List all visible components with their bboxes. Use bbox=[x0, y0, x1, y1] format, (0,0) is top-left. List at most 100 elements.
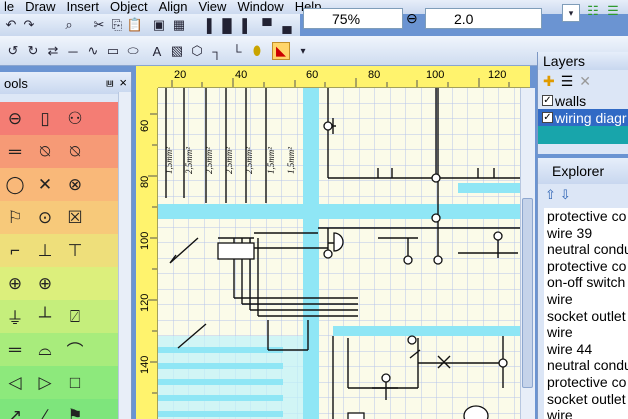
cut-icon[interactable]: ✂ bbox=[90, 16, 108, 34]
close-icon[interactable]: × bbox=[119, 75, 127, 91]
tool-flag-icon[interactable]: ⚑ bbox=[60, 406, 90, 419]
group-icon[interactable]: ☰ bbox=[604, 2, 622, 20]
align-center-icon[interactable]: █ bbox=[218, 16, 236, 34]
panel-icon[interactable]: ☒ bbox=[60, 208, 90, 228]
fuse-icon[interactable]: ▯ bbox=[30, 109, 60, 129]
delete-layer-icon[interactable]: ✕ bbox=[579, 73, 591, 90]
explorer-item[interactable]: wire 44 bbox=[544, 341, 628, 358]
menu-file[interactable]: le bbox=[0, 0, 21, 13]
add-layer-icon[interactable]: ✚ bbox=[543, 73, 555, 90]
contact-icon[interactable]: ⍉ bbox=[60, 142, 90, 162]
explorer-list[interactable]: protective co wire 39 neutral condu prot… bbox=[544, 208, 628, 419]
explorer-item[interactable]: wire 39 bbox=[544, 225, 628, 242]
line-width-combo[interactable]: 2.0 bbox=[425, 8, 542, 29]
lamp-icon[interactable]: ◯ bbox=[0, 175, 30, 195]
arrow-tool-icon[interactable]: ↗ bbox=[0, 406, 30, 419]
explorer-item[interactable]: socket outlet bbox=[544, 391, 628, 408]
align-bottom-icon[interactable]: ▄ bbox=[278, 16, 296, 34]
search-icon[interactable]: ⌕ bbox=[60, 16, 78, 34]
cross-icon[interactable]: ✕ bbox=[30, 175, 60, 195]
node-tool-icon[interactable]: ⬡ bbox=[188, 42, 206, 60]
connector-icon[interactable]: ☷ bbox=[584, 2, 602, 20]
outlet-icon[interactable]: ⌐ bbox=[0, 241, 30, 261]
move-down-icon[interactable]: ⇩ bbox=[560, 187, 571, 203]
explorer-item[interactable]: socket outlet bbox=[544, 308, 628, 325]
layer-row-walls[interactable]: ✓ walls bbox=[538, 92, 628, 109]
ground-icon[interactable]: ⏚ bbox=[0, 304, 30, 329]
image-icon[interactable]: ▣ bbox=[150, 16, 168, 34]
layer-row-wiring[interactable]: ✓ wiring diagr bbox=[538, 109, 628, 126]
rotate-left-icon[interactable]: ↺ bbox=[4, 42, 22, 60]
switch-icon[interactable]: ⚐ bbox=[0, 208, 30, 228]
line-tool-icon[interactable]: ─ bbox=[64, 42, 82, 60]
speaker-icon[interactable]: ◁ bbox=[0, 373, 30, 393]
pin-icon[interactable]: ⩏ bbox=[106, 75, 113, 91]
double-socket-icon[interactable]: ⚇ bbox=[60, 109, 90, 129]
flip-icon[interactable]: ⇄ bbox=[44, 42, 62, 60]
image-tool-icon[interactable]: ▧ bbox=[168, 42, 186, 60]
export-icon[interactable]: ▦ bbox=[170, 16, 188, 34]
paste-icon[interactable]: 📋 bbox=[126, 16, 144, 34]
bell-icon[interactable]: ⌓ bbox=[30, 340, 60, 360]
explorer-item[interactable]: wire bbox=[544, 324, 628, 341]
zoom-out-icon[interactable]: ⊖ bbox=[406, 10, 418, 27]
breaker-icon[interactable]: ═ bbox=[0, 142, 30, 162]
layer-visible-checkbox[interactable]: ✓ bbox=[542, 95, 553, 106]
toolbar-overflow-icon[interactable]: ▾ bbox=[294, 42, 312, 60]
hook-tool-icon[interactable]: └ bbox=[228, 42, 246, 60]
buzzer-icon[interactable]: ⌒ bbox=[60, 337, 90, 362]
menu-draw[interactable]: Draw bbox=[21, 0, 62, 13]
move-up-icon[interactable]: ⇧ bbox=[545, 187, 556, 203]
layer-visible-checkbox[interactable]: ✓ bbox=[542, 112, 553, 123]
pointer-tool-icon[interactable]: ◣ bbox=[272, 42, 290, 60]
explorer-item[interactable]: on-off switch bbox=[544, 274, 628, 291]
ceiling-light-icon[interactable]: ⊖ bbox=[0, 109, 30, 129]
explorer-item[interactable]: protective co bbox=[544, 258, 628, 275]
play-icon[interactable]: ▷ bbox=[30, 373, 60, 393]
undo-icon[interactable]: ↶ bbox=[2, 16, 20, 34]
junction-icon[interactable]: ⊕ bbox=[0, 274, 30, 294]
align-right-icon[interactable]: ▌ bbox=[238, 16, 256, 34]
tools-panel-title: ools bbox=[4, 75, 28, 91]
plug-icon[interactable]: ⍁ bbox=[60, 307, 90, 327]
align-left-icon[interactable]: ▐ bbox=[198, 16, 216, 34]
resistor-icon[interactable]: ═ bbox=[0, 340, 30, 360]
canvas-scroll-thumb[interactable] bbox=[522, 198, 533, 388]
terminal-icon[interactable]: ⊕ bbox=[30, 274, 60, 294]
connector-tool-icon[interactable]: ┐ bbox=[208, 42, 226, 60]
explorer-item[interactable]: protective co bbox=[544, 374, 628, 391]
menu-window[interactable]: Window bbox=[233, 0, 290, 13]
antenna-icon[interactable]: ⊥ bbox=[30, 241, 60, 261]
copy-icon[interactable]: ⎘ bbox=[108, 16, 126, 34]
explorer-item[interactable]: neutral condu bbox=[544, 241, 628, 258]
menu-align[interactable]: Align bbox=[155, 0, 195, 13]
redo-icon[interactable]: ↷ bbox=[20, 16, 38, 34]
tools-scrollbar[interactable] bbox=[118, 92, 131, 419]
rotate-right-icon[interactable]: ↻ bbox=[24, 42, 42, 60]
relay-icon[interactable]: ⍉ bbox=[30, 142, 60, 162]
menu-view[interactable]: View bbox=[194, 0, 233, 13]
align-top-icon[interactable]: ▀ bbox=[258, 16, 276, 34]
line-width-dropdown-icon[interactable]: ▾ bbox=[562, 4, 580, 22]
explorer-item[interactable]: neutral condu bbox=[544, 357, 628, 374]
explorer-item[interactable]: wire bbox=[544, 291, 628, 308]
menu-insert[interactable]: Insert bbox=[62, 0, 106, 13]
dimmer-icon[interactable]: ⊙ bbox=[30, 208, 60, 228]
layer-list-icon[interactable]: ☰ bbox=[561, 73, 574, 90]
spot-lamp-icon[interactable]: ⊗ bbox=[60, 175, 90, 195]
wiring-diagram[interactable]: 1,5mm² 2,5mm² 2,5mm² 2,5mm² 2,5mm² 1,5mm… bbox=[158, 88, 520, 419]
zoom-combo[interactable]: 75% bbox=[303, 8, 403, 29]
bezier-tool-icon[interactable]: ∿ bbox=[84, 42, 102, 60]
box-icon[interactable]: □ bbox=[60, 373, 90, 393]
explorer-item[interactable]: wire bbox=[544, 407, 628, 419]
menu-object[interactable]: Object bbox=[106, 0, 155, 13]
explorer-item[interactable]: protective co bbox=[544, 208, 628, 225]
rectangle-tool-icon[interactable]: ▭ bbox=[104, 42, 122, 60]
tool-slash-icon[interactable]: ∕ bbox=[30, 406, 60, 419]
outlet-grounded-icon[interactable]: ⊤ bbox=[60, 241, 90, 261]
ellipse-tool-icon[interactable]: ⬭ bbox=[124, 42, 142, 60]
jack-icon[interactable]: ┴ bbox=[30, 307, 60, 327]
callout-tool-icon[interactable]: ⬮ bbox=[248, 42, 266, 60]
text-tool-icon[interactable]: A bbox=[148, 42, 166, 60]
drawing-canvas[interactable]: 1,5mm² 2,5mm² 2,5mm² 2,5mm² 2,5mm² 1,5mm… bbox=[158, 88, 520, 419]
